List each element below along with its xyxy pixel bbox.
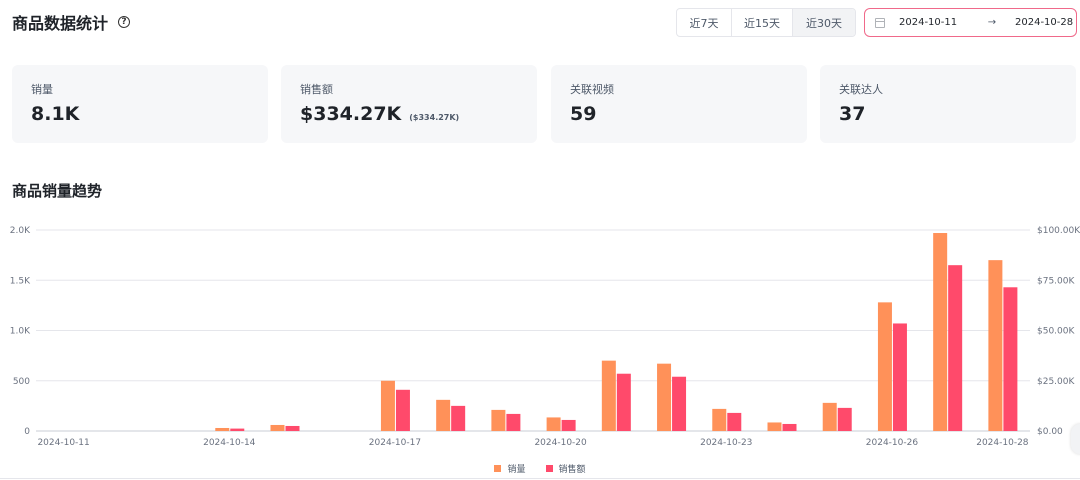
- y-right-tick-label: $0.00: [1037, 427, 1063, 437]
- x-tick-label: 2024-10-11: [37, 438, 89, 448]
- bar-sales-volume: [546, 417, 561, 431]
- stat-card-sales-volume: 销量 8.1K: [12, 65, 268, 143]
- y-left-tick-label: 2.0K: [10, 226, 31, 236]
- x-tick-label: 2024-10-28: [976, 438, 1029, 448]
- bar-sales-volume: [657, 363, 672, 431]
- tab-last-30-days[interactable]: 近30天: [793, 9, 855, 36]
- legend-swatch: [494, 465, 502, 472]
- bar-sales-amount: [1003, 287, 1018, 431]
- stat-label: 销售额: [300, 83, 333, 96]
- legend-label: 销量: [507, 465, 526, 475]
- bar-sales-amount: [395, 389, 410, 431]
- y-left-tick-label: 1.0K: [10, 327, 31, 337]
- stat-sub-value: ($334.27K): [409, 113, 460, 122]
- bar-sales-volume: [491, 409, 506, 431]
- bar-sales-volume: [933, 233, 948, 431]
- bar-sales-amount: [506, 413, 521, 431]
- bar-sales-amount: [451, 405, 466, 431]
- bar-sales-amount: [782, 423, 797, 431]
- x-tick-label: 2024-10-26: [866, 438, 919, 448]
- sales-trend-chart: 0 500 1.0K 1.5K 2.0K $0.00 $25.00K $50.00K $75.0…: [10, 226, 1080, 448]
- stat-value: 59: [570, 103, 597, 125]
- bar-sales-amount: [892, 323, 907, 431]
- bar-sales-volume: [712, 408, 727, 431]
- stat-label: 销量: [31, 83, 53, 96]
- legend-swatch: [545, 465, 553, 472]
- divider: [0, 478, 1080, 479]
- bar-sales-volume: [270, 424, 285, 431]
- date-range-picker[interactable]: 2024-10-11 → 2024-10-28: [864, 8, 1077, 37]
- page-title: 商品数据统计: [12, 14, 109, 33]
- bar-sales-volume: [601, 360, 616, 431]
- y-right-tick-label: $100.00K: [1037, 226, 1080, 236]
- y-right-tick-label: $75.00K: [1037, 276, 1075, 286]
- stat-card-related-videos: 关联视频 59: [551, 65, 807, 143]
- question-circle-icon[interactable]: ?: [118, 16, 131, 28]
- date-end[interactable]: 2024-10-28: [1015, 17, 1073, 28]
- bar-sales-volume: [767, 422, 782, 431]
- stat-card-sales-amount: 销售额 $334.27K ($334.27K): [281, 65, 537, 143]
- y-left-tick-label: 500: [13, 377, 30, 387]
- date-range-tabs: 近7天 近15天 近30天: [676, 8, 856, 37]
- y-left-tick-label: 1.5K: [10, 276, 31, 286]
- section-title: 商品销量趋势: [12, 182, 103, 200]
- bar-sales-amount: [948, 265, 963, 431]
- header: 商品数据统计 ?: [12, 10, 131, 34]
- bar-sales-volume: [988, 260, 1003, 431]
- stat-value: 8.1K: [31, 103, 80, 125]
- y-right-tick-label: $50.00K: [1037, 327, 1075, 337]
- bar-sales-amount: [837, 407, 852, 431]
- bar-sales-volume: [380, 380, 395, 431]
- legend-item-sales-amount[interactable]: 销售额: [545, 462, 586, 475]
- chart-legend: 销量 销售额: [0, 462, 1080, 475]
- tab-last-15-days[interactable]: 近15天: [732, 9, 793, 36]
- stat-value: 37: [839, 103, 866, 125]
- stat-label: 关联视频: [570, 83, 614, 96]
- bar-sales-amount: [727, 412, 742, 431]
- arrow-right-icon: →: [987, 17, 997, 28]
- legend-item-sales-volume[interactable]: 销量: [494, 462, 526, 475]
- bar-sales-volume: [877, 302, 892, 431]
- x-tick-label: 2024-10-23: [700, 438, 752, 448]
- stat-card-related-creators: 关联达人 37: [820, 65, 1076, 143]
- date-start[interactable]: 2024-10-11: [899, 17, 969, 28]
- y-right-tick-label: $25.00K: [1037, 377, 1075, 387]
- bar-sales-amount: [230, 428, 245, 431]
- scroll-handle[interactable]: [1071, 424, 1080, 454]
- bar-sales-amount: [616, 373, 631, 431]
- bar-sales-volume: [215, 427, 230, 431]
- bar-sales-volume: [436, 399, 451, 431]
- bar-sales-amount: [672, 376, 687, 431]
- x-tick-label: 2024-10-14: [203, 438, 256, 448]
- bar-sales-amount: [561, 419, 576, 431]
- y-left-tick-label: 0: [24, 427, 30, 437]
- legend-label: 销售额: [558, 465, 586, 475]
- stat-value: $334.27K: [300, 103, 402, 125]
- bar-sales-volume: [822, 402, 837, 431]
- bar-sales-amount: [285, 425, 300, 431]
- stat-label: 关联达人: [839, 83, 883, 96]
- x-tick-label: 2024-10-17: [369, 438, 421, 448]
- calendar-icon: [875, 17, 885, 28]
- tab-last-7-days[interactable]: 近7天: [677, 9, 732, 36]
- x-tick-label: 2024-10-20: [534, 438, 587, 448]
